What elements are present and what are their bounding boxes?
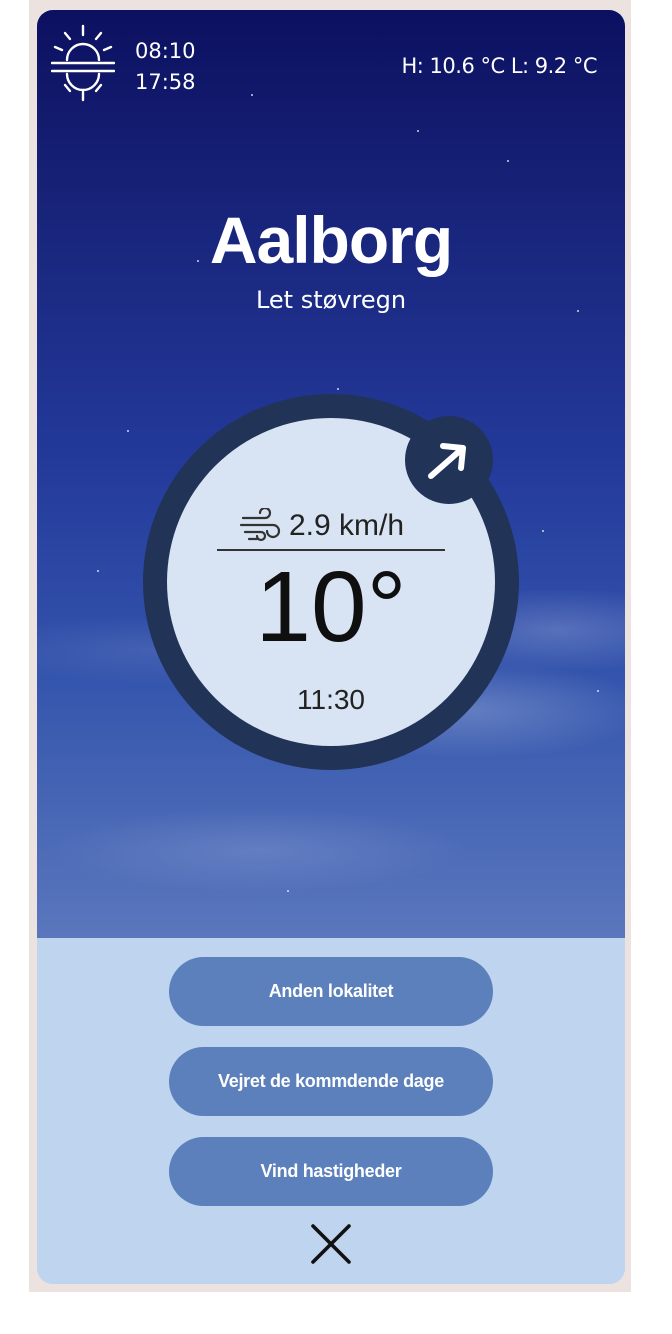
weather-card: 08:10 17:58 H: 10.6 °C L: 9.2 °C Aalborg… [37, 10, 625, 1284]
other-location-button[interactable]: Anden lokalitet [169, 957, 493, 1026]
sunrise-sunset-icon [51, 24, 115, 102]
wind-speed: 2.9 km/h [289, 509, 405, 542]
dial-time: 11:30 [297, 684, 365, 715]
sun-times: 08:10 17:58 [135, 36, 196, 98]
forecast-button[interactable]: Vejret de kommdende dage [169, 1047, 493, 1116]
wind-speeds-button[interactable]: Vind hastigheder [169, 1137, 493, 1206]
wind-icon [239, 508, 281, 542]
arrow-up-right-icon [428, 443, 466, 479]
high-low-temperature: H: 10.6 °C L: 9.2 °C [401, 54, 598, 78]
current-temperature: 10° [255, 551, 407, 663]
menu-panel: Anden lokalitet Vejret de kommdende dage… [37, 938, 625, 1284]
sunrise-time: 08:10 [135, 39, 196, 63]
sunset-time: 17:58 [135, 70, 196, 94]
wind-row: 2.9 km/h [239, 508, 429, 544]
close-icon[interactable] [307, 1220, 355, 1268]
city-name: Aalborg [209, 203, 453, 277]
weather-description: Let støvregn [255, 286, 407, 314]
wind-direction-badge [405, 416, 493, 504]
